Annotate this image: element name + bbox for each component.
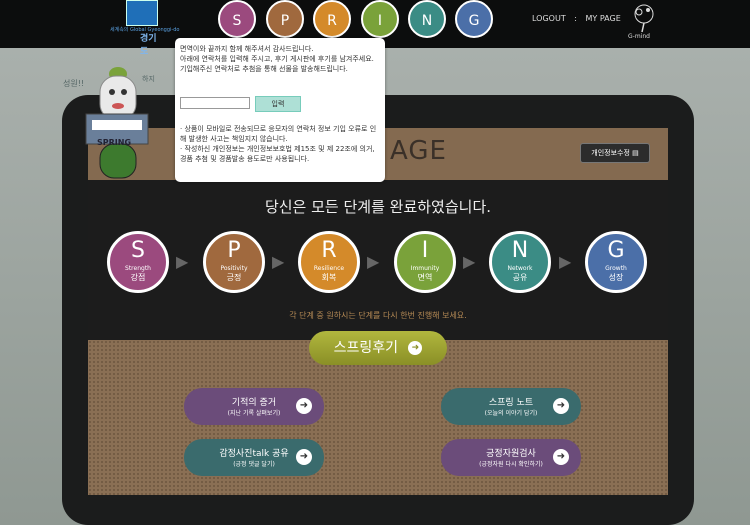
popup-note: · 작성하신 개인정보는 개인정보보호법 제15조 및 제 22조에 의거, 경… [180,145,375,163]
step-ko: 면역 [417,273,433,282]
nav-p-button[interactable]: P [266,0,304,38]
popup-note: · 상품이 모바일로 전송되므로 응모자의 연락처 정보 기입 오류로 인해 발… [180,125,377,143]
arrow-right-icon: ➜ [553,398,569,414]
mascot-character: SPRING [82,62,152,182]
step-arrow-icon: ▶ [272,252,285,271]
spring-note-button[interactable]: 스프링 노트 (오늘의 이야기 담기) ➜ [441,388,581,425]
miracle-evidence-button[interactable]: 기적의 증거 (지난 기록 살펴보기) ➜ [184,388,324,425]
step-letter: R [321,238,337,263]
mascot-note-1: 성원!! [63,79,85,88]
popup-notes: · 상품이 모바일로 전송되므로 응모자의 연락처 정보 기입 오류로 인해 발… [180,124,380,164]
logout-link[interactable]: LOGOUT [532,14,566,23]
gyeonggi-logo[interactable]: 세계속의 Global Gyeonggi-do 경기도 [110,0,179,57]
gmind-label: G-mind [628,33,650,40]
step-letter: S [131,238,145,263]
step-letter: N [511,238,529,263]
step-ko: 강점 [130,273,146,282]
step-en: Growth [605,265,627,272]
step-network[interactable]: N Network 공유 [489,231,551,293]
arrow-right-icon: ➜ [408,341,423,355]
contact-input[interactable] [180,97,250,109]
logo-name: 경기도 [140,34,157,57]
emotion-photo-talk-button[interactable]: 감정사진talk 공유 (긍정 댓글 달기) ➜ [184,439,324,476]
step-ko: 회복 [321,273,337,282]
top-links: LOGOUT : MY PAGE [532,14,621,23]
privacy-edit-button[interactable]: 개인정보수정 ▤ [580,143,650,163]
nav-s-button[interactable]: S [218,0,256,38]
step-arrow-icon: ▶ [559,252,572,271]
page-title: AGE [390,136,447,166]
step-arrow-icon: ▶ [463,252,476,271]
gmind-logo[interactable]: G-mind [622,2,662,42]
step-en: Immunity [410,265,440,272]
step-letter: I [421,238,429,263]
step-ko: 성장 [608,273,624,282]
submit-button[interactable]: 입력 [255,96,301,112]
step-ko: 긍정 [226,273,242,282]
nav-r-button[interactable]: R [313,0,351,38]
popup-line: 기입해주신 연락처로 추첨을 통해 선물을 발송해드립니다. [180,65,348,73]
logo-emblem-icon [126,0,158,26]
nav-g-button[interactable]: G [455,0,493,38]
link-separator: : [574,14,577,23]
spring-review-button[interactable]: 스프링후기 ➜ [309,331,447,365]
step-immunity[interactable]: I Immunity 면역 [394,231,456,293]
step-ko: 공유 [512,273,528,282]
popup-line: 면역이와 끝까지 함께 해주셔서 감사드립니다. [180,45,314,53]
step-letter: P [227,238,241,263]
complete-message: 당신은 모든 단계를 완료하였습니다. [264,198,492,216]
mypage-link[interactable]: MY PAGE [586,14,621,23]
step-en: Positivity [220,265,248,272]
positive-resource-test-button[interactable]: 긍정자원검사 (긍정자원 다시 확인하기) ➜ [441,439,581,476]
arrow-right-icon: ➜ [553,449,569,465]
arrow-right-icon: ➜ [296,449,312,465]
step-en: Network [507,265,533,272]
hint-text: 각 단계 중 원하시는 단계를 다시 한번 진행해 보세요. [289,311,467,320]
contact-entry-popup: 면역이와 끝까지 함께 해주셔서 감사드립니다. 아래에 연락처를 입력해 주시… [175,38,385,182]
step-resilience[interactable]: R Resilience 회복 [298,231,360,293]
step-growth[interactable]: G Growth 성장 [585,231,647,293]
step-en: Strength [125,265,151,272]
nav-i-button[interactable]: I [361,0,399,38]
mascot-spring-label: SPRING [97,138,132,147]
step-strength[interactable]: S Strength 강점 [107,231,169,293]
step-letter: G [607,238,625,263]
step-arrow-icon: ▶ [367,252,380,271]
review-label: 스프링후기 [333,340,398,356]
popup-line: 아래에 연락처를 입력해 주시고, 후기 게시판에 후기를 남겨주세요. [180,55,374,63]
step-arrow-icon: ▶ [176,252,189,271]
arrow-right-icon: ➜ [296,398,312,414]
privacy-edit-label: 개인정보수정 [591,149,630,157]
nav-n-button[interactable]: N [408,0,446,38]
mascot-figure-icon [85,67,149,179]
profile-icon: ▤ [632,149,639,157]
step-positivity[interactable]: P Positivity 긍정 [203,231,265,293]
step-en: Resilience [313,265,345,272]
